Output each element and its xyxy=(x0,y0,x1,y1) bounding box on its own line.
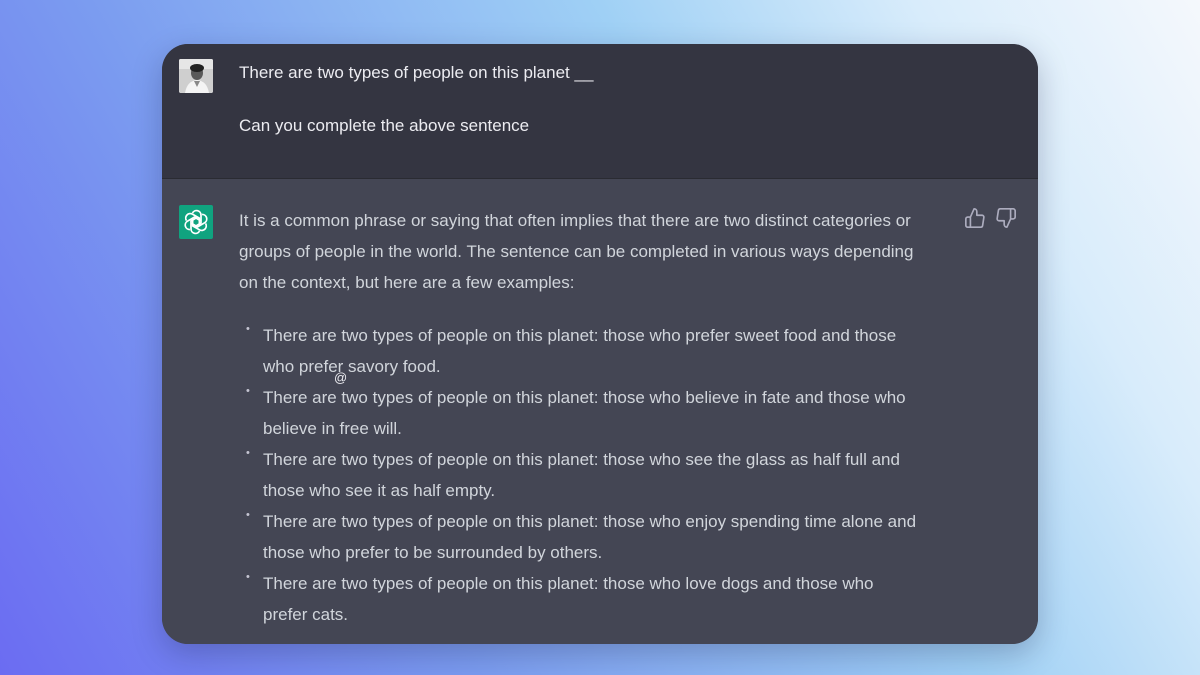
list-item-line: There are two types of people on this pl… xyxy=(263,450,900,469)
thumbs-up-icon xyxy=(965,208,985,228)
list-item-line: There are two types of people on this pl… xyxy=(263,388,906,407)
list-item-line: those who prefer to be surrounded by oth… xyxy=(263,543,603,562)
list-item: • There are two types of people on this … xyxy=(239,320,979,382)
chatgpt-logo-icon xyxy=(179,205,213,239)
list-item-line: There are two types of people on this pl… xyxy=(263,574,874,593)
bullet-point: • xyxy=(246,323,250,335)
user-message-line-2: Can you complete the above sentence xyxy=(239,116,530,135)
list-item-line: who prefer savory food. xyxy=(263,357,441,376)
examples-list: • There are two types of people on this … xyxy=(239,320,979,630)
bullet-point: • xyxy=(246,509,250,521)
list-item-line: There are two types of people on this pl… xyxy=(263,512,917,531)
list-item-line: those who see it as half empty. xyxy=(263,481,496,500)
list-item-line: believe in free will. xyxy=(263,419,402,438)
list-item: • There are two types of people on this … xyxy=(239,506,979,568)
list-item-line: There are two types of people on this pl… xyxy=(263,326,897,345)
intro-line: It is a common phrase or saying that oft… xyxy=(239,211,911,230)
thumbs-down-icon xyxy=(996,208,1016,228)
thumbs-down-button[interactable] xyxy=(995,207,1017,229)
mouse-cursor: @ xyxy=(334,370,348,385)
assistant-intro: It is a common phrase or saying that oft… xyxy=(239,205,959,298)
thumbs-up-button[interactable] xyxy=(964,207,986,229)
bullet-point: • xyxy=(246,571,250,583)
chat-window: There are two types of people on this pl… xyxy=(162,44,1038,644)
intro-line: groups of people in the world. The sente… xyxy=(239,242,914,261)
bullet-point: • xyxy=(246,385,250,397)
list-item: • There are two types of people on this … xyxy=(239,382,979,444)
intro-line: on the context, but here are a few examp… xyxy=(239,273,575,292)
list-item-line: prefer cats. xyxy=(263,605,349,624)
list-item: • There are two types of people on this … xyxy=(239,444,979,506)
user-message-line-1: There are two types of people on this pl… xyxy=(239,63,594,82)
user-message: There are two types of people on this pl… xyxy=(162,44,1038,179)
user-avatar xyxy=(179,59,213,93)
assistant-message: It is a common phrase or saying that oft… xyxy=(162,179,1038,644)
bullet-point: • xyxy=(246,447,250,459)
list-item: • There are two types of people on this … xyxy=(239,568,979,630)
